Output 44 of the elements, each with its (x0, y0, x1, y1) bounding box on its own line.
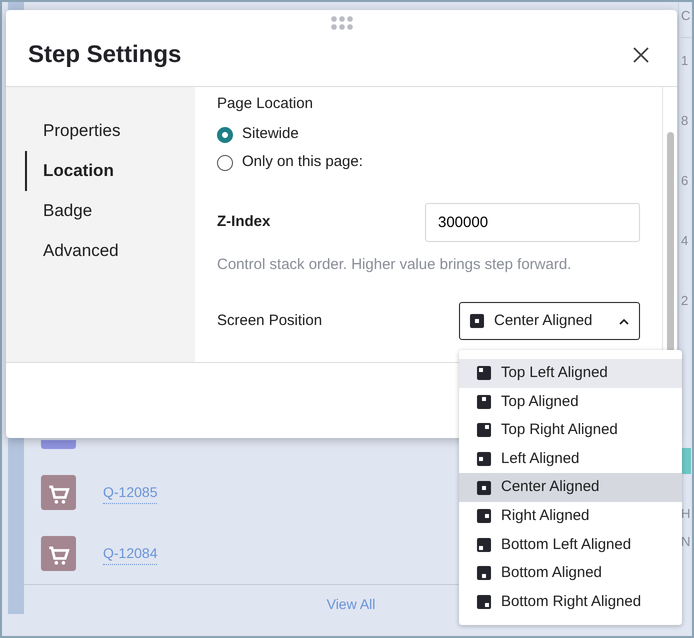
axis-tick: 8 (681, 113, 688, 128)
alignment-icon (477, 366, 491, 380)
alignment-icon (477, 538, 491, 552)
alignment-icon (470, 314, 484, 328)
alignment-icon (477, 394, 491, 409)
dropdown-option[interactable]: Top Right Aligned (459, 416, 682, 445)
alignment-icon (477, 480, 491, 495)
axis-tick: 6 (681, 173, 688, 188)
alignment-icon (477, 566, 491, 580)
sidebar-tab[interactable]: Advanced (25, 231, 119, 271)
sidebar-tab[interactable]: Location (25, 151, 114, 191)
z-index-field[interactable]: 300000 (425, 202, 640, 242)
dropdown-option[interactable]: Bottom Right Aligned (459, 588, 682, 616)
help-text: Control stack order. Higher value brings step forward. (217, 254, 572, 274)
status-icon (681, 448, 691, 474)
dropdown-option[interactable]: Center Aligned (459, 473, 682, 502)
dropdown-option[interactable]: Bottom Left Aligned (459, 530, 682, 560)
dropdown-option[interactable]: Right Aligned (459, 502, 682, 531)
drag-handle-icon[interactable] (331, 16, 353, 30)
dialog-title: Step Settings (28, 40, 182, 70)
dropdown-option[interactable]: Left Aligned (459, 444, 682, 474)
column-header: C (681, 8, 690, 23)
dropdown-option[interactable]: Bottom Aligned (459, 559, 682, 588)
axis-tick: 2 (681, 293, 688, 308)
field-label: Z-Index (217, 212, 270, 232)
alignment-icon (477, 452, 491, 466)
dropdown-option[interactable]: Top Left Aligned (459, 359, 682, 388)
field-label: Screen Position (217, 310, 322, 331)
alignment-icon (477, 595, 491, 610)
radio-option[interactable]: Sitewide (217, 120, 299, 148)
sidebar-tab[interactable]: Badge (25, 191, 92, 231)
axis-tick: 4 (681, 233, 688, 248)
sidebar-tab[interactable]: Properties (25, 111, 120, 151)
close-icon (633, 46, 649, 63)
axis-tick: 1 (681, 53, 688, 68)
alignment-icon (477, 423, 491, 438)
column-label: N (681, 534, 690, 548)
dropdown-option[interactable]: Top Aligned (459, 388, 682, 416)
alignment-icon (477, 509, 491, 524)
scrollbar-thumb[interactable] (667, 132, 674, 352)
radio-option[interactable]: Only on this page: (217, 148, 363, 176)
section-label: Page Location (217, 94, 314, 114)
position-select[interactable]: Center Aligned (459, 302, 640, 340)
column-label: H (681, 506, 690, 521)
